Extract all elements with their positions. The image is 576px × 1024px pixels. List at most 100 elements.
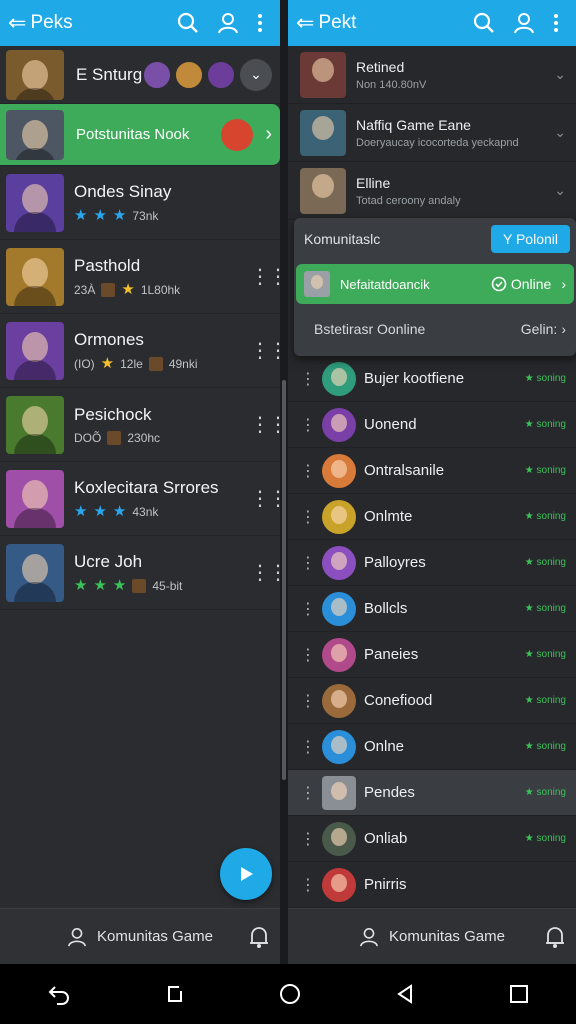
friend-name: Pendes (364, 784, 415, 801)
notification-bell-icon[interactable] (248, 925, 270, 949)
profile-icon[interactable] (504, 12, 544, 34)
game-thumbnail (6, 173, 64, 232)
friend-row[interactable]: ⋮ Conefiood ★ soning (288, 678, 576, 724)
game-meta: 1L80hk (140, 282, 181, 297)
game-row[interactable]: Pasthold 23À ★ 1L80hk ⋮⋮ (0, 240, 280, 314)
profile-icon[interactable] (208, 12, 248, 34)
left-pane: ⇐ Peks E Snturg ⌄ Potstunitas Nook › Ond… (0, 0, 280, 964)
friend-list: ⋮ Bujer kootfiene ★ soning ⋮ Uonend ★ soning ⋮… (288, 356, 576, 908)
member-avatars (142, 59, 236, 90)
friend-status: ★ soning (524, 419, 566, 430)
pane-divider[interactable] (280, 0, 288, 964)
chevron-right-icon: › (265, 123, 272, 145)
friend-row[interactable]: ⋮ Bujer kootfiene ★ soning (288, 356, 576, 402)
friend-name: Paneies (364, 646, 419, 663)
friend-row[interactable]: ⋮ Uonend ★ soning (288, 402, 576, 448)
friend-name: Onlmte (364, 508, 413, 525)
notification-bell-icon[interactable] (544, 925, 566, 949)
drag-handle-icon[interactable]: ⋮ (300, 369, 316, 389)
friend-name: Bollcls (364, 600, 408, 617)
recents-nav-icon[interactable] (165, 984, 185, 1004)
play-fab-button[interactable] (220, 848, 272, 900)
friend-row[interactable]: ⋮ Pnirris (288, 862, 576, 908)
game-thumbnail (300, 51, 346, 98)
drag-handle-icon[interactable]: ⋮ (300, 691, 316, 711)
game-row[interactable]: Ormones (IO) ★ 12le 49nki ⋮⋮ (0, 314, 280, 388)
left-app-title: Peks (30, 12, 73, 33)
drag-handle-icon[interactable]: ⋮ (300, 783, 316, 803)
drag-handle-icon[interactable]: ⋮⋮ (250, 489, 280, 509)
star-icon: ★ (74, 503, 88, 520)
friend-row[interactable]: ⋮ Palloyres ★ soning (288, 540, 576, 586)
drag-handle-icon[interactable]: ⋮ (300, 829, 316, 849)
game-name: Pasthold (74, 256, 141, 275)
more-vert-icon[interactable] (248, 13, 272, 33)
community-header-row[interactable]: E Snturg ⌄ (0, 46, 280, 104)
community-game-label[interactable]: Komunitas Game (389, 928, 505, 945)
friend-row[interactable]: ⋮ Bollcls ★ soning (288, 586, 576, 632)
game-pre: 23À (74, 282, 96, 297)
friend-status: ★ soning (524, 787, 566, 798)
drag-handle-icon[interactable]: ⋮ (300, 875, 316, 895)
drag-handle-icon[interactable]: ⋮ (300, 461, 316, 481)
home-nav-icon[interactable] (279, 983, 301, 1005)
game-row[interactable]: Ucre Joh ★ ★ ★ 45-bit ⋮⋮ (0, 536, 280, 610)
friend-status: Online (510, 276, 552, 292)
friend-status: ★ soning (524, 741, 566, 752)
overview-square-icon[interactable] (509, 984, 529, 1004)
game-row[interactable]: Pesichock DOÕ 230hc ⋮⋮ (0, 388, 280, 462)
friend-row[interactable]: ⋮ Onlne ★ soning (288, 724, 576, 770)
recent-game-row[interactable]: Elline Totad ceroony andaly ⌄ (288, 162, 576, 220)
game-thumbnail (6, 543, 64, 602)
friend-row[interactable]: ⋮ Onliab ★ soning (288, 816, 576, 862)
community-game-label[interactable]: Komunitas Game (97, 928, 213, 945)
drag-handle-icon[interactable]: ⋮ (300, 507, 316, 527)
back-arrow-icon[interactable]: ⇐ (296, 10, 314, 36)
panel-footer[interactable]: Bstetirasr Oonline Gelin: › (294, 304, 576, 354)
drag-handle-icon[interactable]: ⋮⋮ (250, 415, 280, 435)
game-thumbnail (300, 109, 346, 156)
community-name: E Snturg (76, 64, 143, 84)
right-pane: ⇐ Pekt Retined Non 140.80nV ⌄ Naffiq Game… (288, 0, 576, 964)
friend-row[interactable]: ⋮ Ontralsanile ★ soning (288, 448, 576, 494)
drag-handle-icon[interactable]: ⋮ (300, 553, 316, 573)
back-nav-icon[interactable] (47, 983, 71, 1005)
drag-handle-icon[interactable]: ⋮⋮ (250, 563, 280, 583)
more-vert-icon[interactable] (544, 13, 568, 33)
recent-game-sub: Doeryaucay icocorteda yeckapnd (356, 136, 519, 149)
avatar (174, 59, 204, 90)
friend-avatar (322, 361, 356, 396)
search-icon[interactable] (168, 12, 208, 34)
friend-name: Bujer kootfiene (364, 370, 465, 387)
game-thumbnail (6, 469, 64, 528)
featured-community-row[interactable]: Potstunitas Nook › (0, 104, 280, 166)
game-row[interactable]: Koxlecitara Srrores ★ ★ ★ 43nk ⋮⋮ (0, 462, 280, 536)
drag-handle-icon[interactable]: ⋮ (300, 737, 316, 757)
recent-game-row[interactable]: Naffiq Game Eane Doeryaucay icocorteda ye… (288, 104, 576, 162)
chevron-down-icon[interactable]: ⌄ (554, 66, 566, 83)
drag-handle-icon[interactable]: ⋮ (300, 645, 316, 665)
game-thumbnail (6, 247, 64, 306)
back-triangle-icon[interactable] (395, 984, 415, 1004)
friend-row[interactable]: ⋮ Paneies ★ soning (288, 632, 576, 678)
drag-handle-icon[interactable]: ⋮ (300, 415, 316, 435)
game-row[interactable]: Ondes Sinay ★ ★ ★ 73nk (0, 166, 280, 240)
recent-game-row[interactable]: Retined Non 140.80nV ⌄ (288, 46, 576, 104)
community-popup-panel: Komunitaslc Y Polonil Nefaitatdoancik On… (294, 218, 576, 356)
game-meta-2: 49nki (168, 356, 198, 371)
online-friend-bar[interactable]: Nefaitatdoancik Online › (296, 264, 574, 304)
star-icon: ★ (93, 577, 107, 594)
chevron-down-icon[interactable]: ⌄ (554, 124, 566, 141)
drag-handle-icon[interactable]: ⋮⋮ (250, 341, 280, 361)
friend-row[interactable]: ⋮ Onlmte ★ soning (288, 494, 576, 540)
expand-chevron-icon[interactable]: ⌄ (240, 58, 272, 91)
drag-handle-icon[interactable]: ⋮⋮ (250, 267, 280, 287)
chevron-down-icon[interactable]: ⌄ (554, 182, 566, 199)
friend-row[interactable]: ⋮ Pendes ★ soning (288, 770, 576, 816)
game-thumbnail (6, 49, 64, 100)
back-arrow-icon[interactable]: ⇐ (8, 10, 26, 36)
search-icon[interactable] (464, 12, 504, 34)
game-meta: 12le (120, 356, 143, 371)
panel-action-button[interactable]: Y Polonil (490, 225, 570, 253)
drag-handle-icon[interactable]: ⋮ (300, 599, 316, 619)
